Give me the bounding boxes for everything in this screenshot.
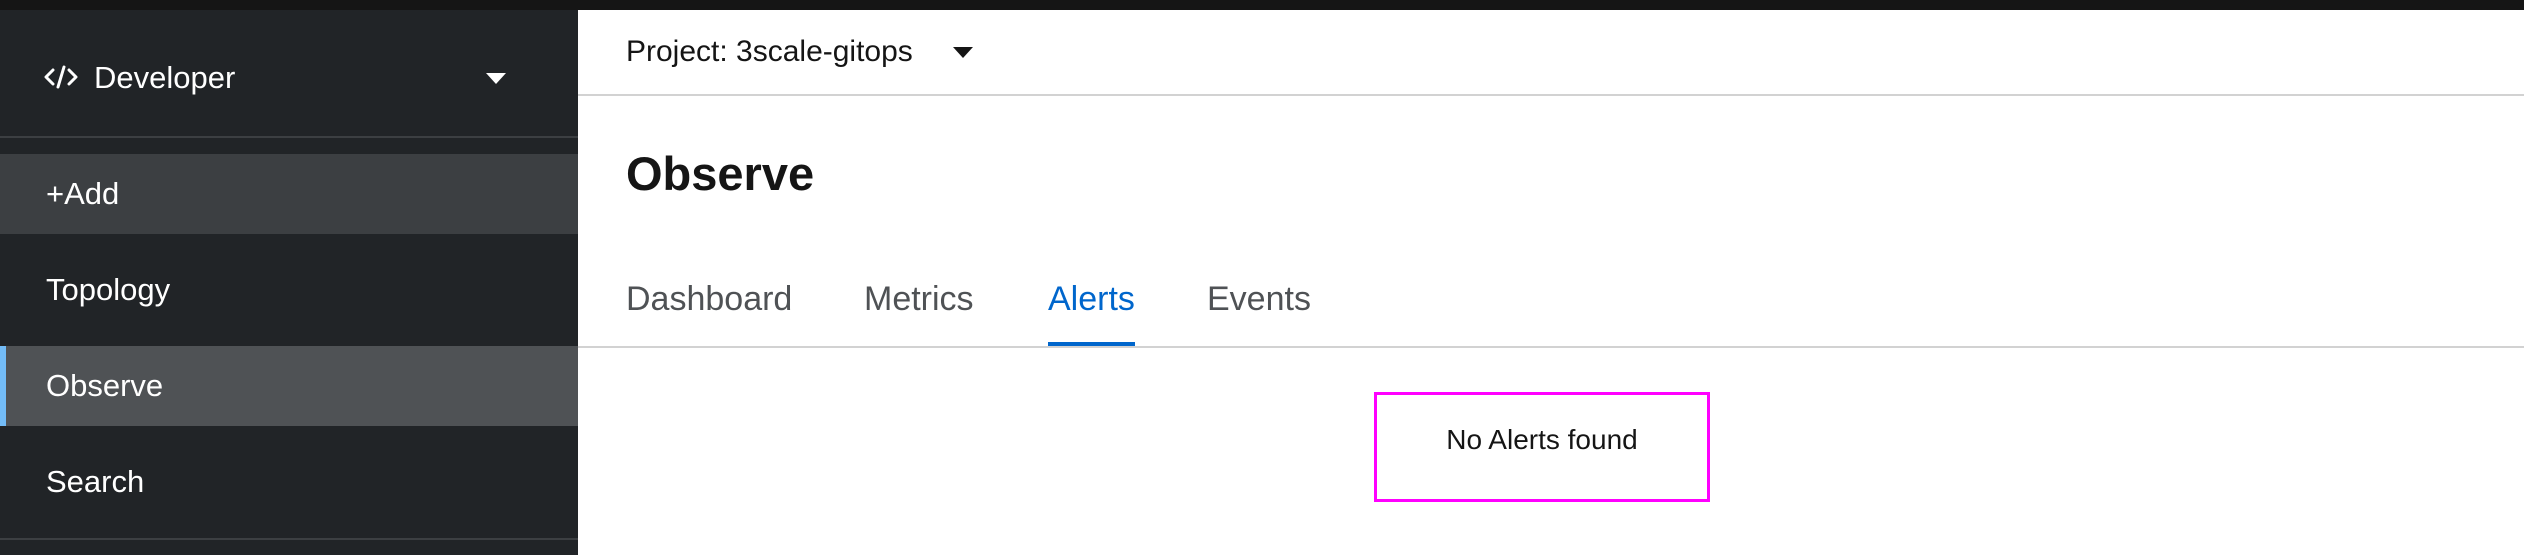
tab-label: Events [1207, 280, 1311, 318]
tab-label: Alerts [1048, 280, 1135, 318]
empty-state: No Alerts found [1374, 392, 1710, 502]
tab-label: Dashboard [626, 280, 793, 318]
sidebar-divider [0, 538, 578, 540]
project-selector-label: Project: 3scale-gitops [626, 35, 913, 68]
sidebar-item-search[interactable]: Search [0, 442, 578, 522]
project-selector[interactable]: Project: 3scale-gitops [626, 32, 973, 72]
tab-label: Metrics [864, 280, 974, 318]
tab-events[interactable]: Events [1207, 280, 1311, 344]
sidebar-divider [0, 136, 578, 138]
tab-metrics[interactable]: Metrics [864, 280, 974, 344]
caret-down-icon [952, 46, 973, 58]
page-title: Observe [626, 147, 815, 200]
caret-down-icon [486, 73, 506, 84]
sidebar-item-label: Search [46, 464, 145, 499]
empty-state-message: No Alerts found [1446, 424, 1638, 455]
code-icon [44, 65, 78, 89]
sidebar-item-add[interactable]: +Add [0, 154, 578, 234]
sidebar-item-label: +Add [46, 176, 120, 211]
sidebar-item-label: Topology [46, 272, 171, 307]
active-tab-indicator [1048, 342, 1135, 346]
tab-dashboard[interactable]: Dashboard [626, 280, 792, 344]
tab-bar: Dashboard Metrics Alerts Events [578, 260, 2524, 348]
masthead-strip [0, 0, 2524, 10]
sidebar-item-topology[interactable]: Topology [0, 250, 578, 330]
sidebar-item-observe[interactable]: Observe [0, 346, 578, 426]
perspective-switcher[interactable]: Developer [0, 10, 578, 136]
perspective-label: Developer [94, 60, 236, 95]
main-content: Project: 3scale-gitops Observe Dashboard… [578, 10, 2524, 555]
tab-alerts[interactable]: Alerts [1048, 280, 1135, 346]
sidebar: Developer +Add Topology Observe Search [0, 10, 578, 555]
sidebar-item-label: Observe [46, 368, 164, 403]
project-bar: Project: 3scale-gitops [578, 10, 2524, 96]
